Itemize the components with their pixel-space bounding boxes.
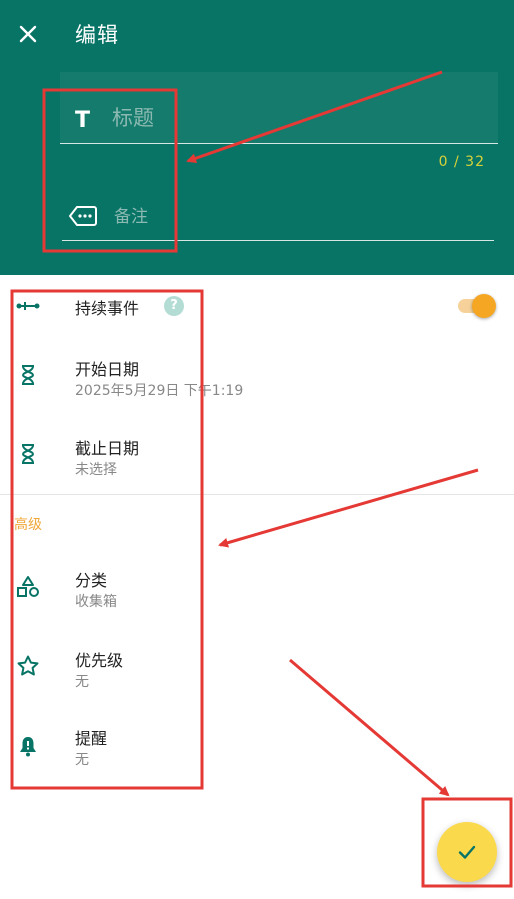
reminder-row[interactable]: 提醒 无 bbox=[0, 714, 514, 778]
note-input[interactable] bbox=[114, 204, 474, 230]
section-divider bbox=[0, 494, 514, 495]
close-icon bbox=[19, 25, 37, 43]
text-t-icon: T bbox=[75, 108, 91, 133]
title-field[interactable]: T bbox=[60, 72, 498, 144]
bell-icon bbox=[20, 737, 36, 757]
star-icon bbox=[17, 655, 39, 676]
reminder-value: 无 bbox=[75, 752, 89, 768]
end-date-label: 截止日期 bbox=[75, 439, 140, 458]
check-icon bbox=[458, 845, 476, 859]
priority-row[interactable]: 优先级 无 bbox=[0, 636, 514, 700]
toggle-thumb bbox=[472, 294, 496, 318]
save-fab-button[interactable] bbox=[437, 822, 497, 882]
start-date-row[interactable]: 开始日期 2025年5月29日 下午1:19 bbox=[0, 345, 514, 409]
help-icon[interactable]: ? bbox=[164, 296, 184, 316]
category-value: 收集箱 bbox=[75, 594, 117, 610]
close-button[interactable] bbox=[14, 20, 42, 48]
category-row[interactable]: 分类 收集箱 bbox=[0, 556, 514, 620]
category-label: 分类 bbox=[75, 571, 108, 590]
start-date-label: 开始日期 bbox=[75, 360, 140, 379]
hourglass-icon bbox=[22, 365, 34, 385]
note-field[interactable] bbox=[62, 196, 494, 241]
tag-icon bbox=[69, 206, 97, 226]
timeline-icon bbox=[16, 302, 40, 310]
title-char-counter: 0 / 32 bbox=[438, 154, 485, 170]
advanced-section-label: 高级 bbox=[14, 517, 42, 533]
continuous-event-toggle[interactable] bbox=[456, 294, 496, 318]
priority-label: 优先级 bbox=[75, 651, 124, 670]
continuous-event-label: 持续事件 bbox=[75, 299, 140, 318]
reminder-label: 提醒 bbox=[75, 729, 108, 748]
title-input[interactable] bbox=[112, 102, 472, 134]
continuous-event-row[interactable]: 持续事件 bbox=[0, 283, 514, 333]
start-date-value: 2025年5月29日 下午1:19 bbox=[75, 383, 244, 399]
shapes-icon bbox=[17, 576, 39, 597]
header-bar: 编辑 T 0 / 32 bbox=[0, 0, 514, 275]
priority-value: 无 bbox=[75, 674, 89, 690]
end-date-value: 未选择 bbox=[75, 462, 117, 478]
page-title: 编辑 bbox=[75, 23, 119, 47]
end-date-row[interactable]: 截止日期 未选择 bbox=[0, 424, 514, 488]
hourglass-icon bbox=[22, 444, 34, 464]
